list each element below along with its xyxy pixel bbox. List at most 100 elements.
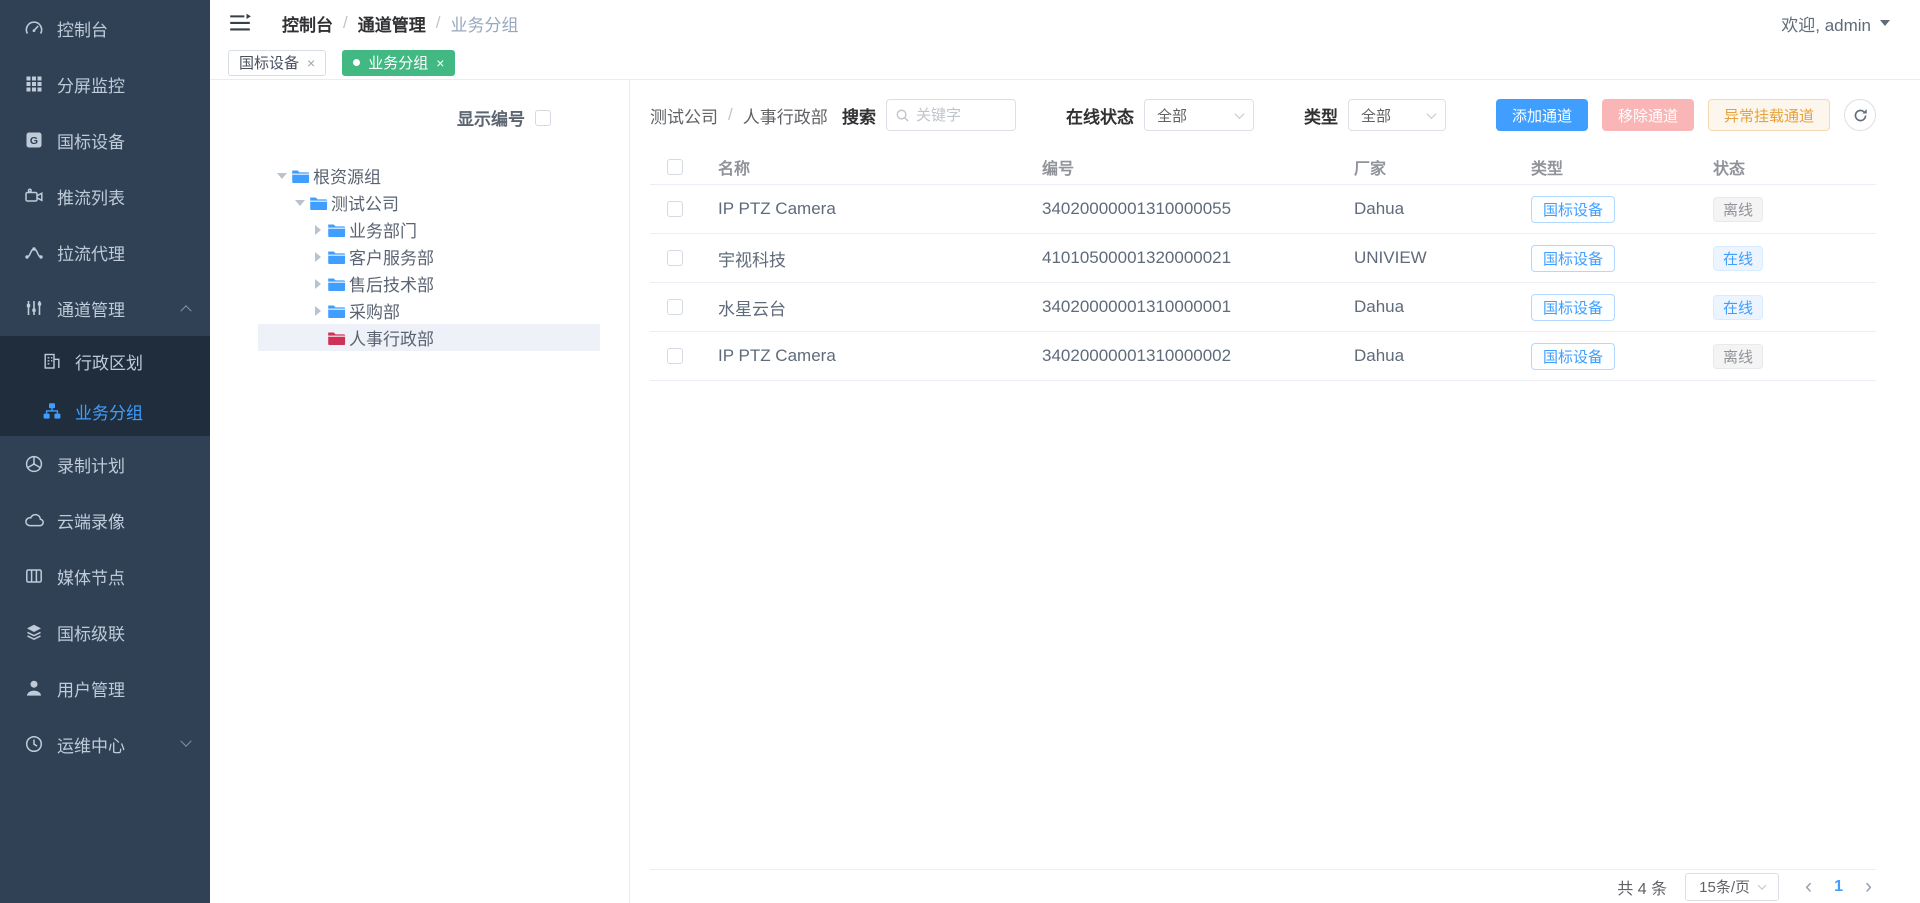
topbar: 控制台 / 通道管理 / 业务分组 欢迎, admin [210, 0, 1920, 46]
caret-right-icon[interactable] [315, 225, 321, 235]
row-checkbox[interactable] [667, 250, 683, 266]
breadcrumb-item[interactable]: 控制台 [282, 11, 333, 36]
table-body: IP PTZ Camera34020000001310000055Dahua国标… [650, 185, 1876, 381]
status-badge: 在线 [1713, 246, 1763, 271]
sidebar-item-gb-devices[interactable]: G国标设备 [0, 112, 210, 168]
row-checkbox[interactable] [667, 201, 683, 217]
table-row[interactable]: IP PTZ Camera34020000001310000055Dahua国标… [650, 185, 1876, 234]
row-checkbox[interactable] [667, 299, 683, 315]
group-path-separator: / [728, 105, 733, 125]
sidebar-item-media-node[interactable]: 媒体节点 [0, 548, 210, 604]
page-size-value: 15条/页 [1699, 876, 1750, 897]
user-icon [24, 678, 44, 698]
tree-node[interactable]: 人事行政部 [258, 324, 600, 351]
column-header-type: 类型 [1513, 155, 1695, 179]
sidebar-item-gb-cascade[interactable]: 国标级联 [0, 604, 210, 660]
sidebar-item-pull-proxy[interactable]: 拉流代理 [0, 224, 210, 280]
breadcrumb-separator: / [343, 13, 348, 33]
user-menu[interactable]: 欢迎, admin [1781, 11, 1890, 36]
sidebar-item-push-list[interactable]: 推流列表 [0, 168, 210, 224]
building-icon [42, 351, 62, 371]
tree-node-label: 根资源组 [313, 163, 381, 188]
caret-right-icon[interactable] [315, 252, 321, 262]
refresh-button[interactable] [1844, 99, 1876, 131]
chevron-down-icon [1235, 109, 1245, 119]
tree-node[interactable]: 根资源组 [258, 162, 600, 189]
table-row[interactable]: 水星云台34020000001310000001Dahua国标设备在线 [650, 283, 1876, 332]
pagination: 共 4 条 15条/页 ‹ 1 › [650, 869, 1876, 903]
tree-node-label: 售后技术部 [349, 271, 434, 296]
page-size-select[interactable]: 15条/页 [1685, 873, 1779, 901]
tree-node[interactable]: 售后技术部 [258, 270, 600, 297]
refresh-icon [1853, 108, 1868, 123]
sidebar-item-label: 用户管理 [57, 676, 125, 701]
collapse-sidebar-icon[interactable] [228, 13, 252, 33]
sidebar-item-biz-group[interactable]: 业务分组 [0, 386, 210, 436]
media-node-icon [24, 566, 44, 586]
sidebar-item-user-mgmt[interactable]: 用户管理 [0, 660, 210, 716]
layers-icon [24, 622, 44, 642]
tree-node[interactable]: 测试公司 [258, 189, 600, 216]
status-badge: 在线 [1713, 295, 1763, 320]
type-select[interactable]: 全部 [1348, 99, 1446, 131]
table-row[interactable]: IP PTZ Camera34020000001310000002Dahua国标… [650, 332, 1876, 381]
folder-icon [326, 222, 349, 238]
channel-name: IP PTZ Camera [700, 199, 1024, 219]
chevron-down-icon [1427, 109, 1437, 119]
breadcrumb-item-current: 业务分组 [450, 11, 518, 36]
tree-node[interactable]: 客户服务部 [258, 243, 600, 270]
channel-panel: 测试公司 / 人事行政部 搜索 在线状态 全部 [630, 80, 1920, 903]
sidebar-item-label: 行政区划 [75, 349, 143, 374]
channel-name: 宇视科技 [700, 246, 1024, 271]
sidebar-item-district[interactable]: 行政区划 [0, 336, 210, 386]
select-all-checkbox[interactable] [667, 159, 683, 175]
sidebar-item-channel-mgmt[interactable]: 通道管理 [0, 280, 210, 336]
tab-inactive[interactable]: 国标设备× [228, 50, 326, 76]
breadcrumb-item[interactable]: 通道管理 [358, 11, 426, 36]
gb-device-icon: G [24, 130, 44, 150]
current-page[interactable]: 1 [1834, 878, 1843, 896]
tree-node[interactable]: 采购部 [258, 297, 600, 324]
row-checkbox[interactable] [667, 348, 683, 364]
channel-vendor: Dahua [1336, 199, 1513, 219]
sidebar-item-split-screen[interactable]: 分屏监控 [0, 56, 210, 112]
tree-node[interactable]: 业务部门 [258, 216, 600, 243]
column-header-name: 名称 [700, 155, 1024, 179]
table-row[interactable]: 宇视科技41010500001320000021UNIVIEW国标设备在线 [650, 234, 1876, 283]
show-number-checkbox[interactable] [535, 110, 551, 126]
group-path-item[interactable]: 测试公司 [650, 103, 718, 128]
close-icon[interactable]: × [436, 56, 444, 70]
column-header-vendor: 厂家 [1336, 155, 1513, 179]
sidebar-item-ops-center[interactable]: 运维中心 [0, 716, 210, 772]
online-status-label: 在线状态 [1066, 103, 1134, 128]
sidebar-item-label: 国标级联 [57, 620, 125, 645]
folder-icon [326, 330, 349, 346]
next-page-button[interactable]: › [1861, 876, 1876, 897]
type-tag: 国标设备 [1531, 294, 1615, 321]
online-status-select[interactable]: 全部 [1144, 99, 1254, 131]
sidebar-item-label: 拉流代理 [57, 240, 125, 265]
search-input[interactable] [916, 107, 1007, 124]
show-number-row: 显示编号 [210, 105, 629, 130]
sidebar-item-record-plan[interactable]: 录制计划 [0, 436, 210, 492]
sidebar-item-cloud-record[interactable]: 云端录像 [0, 492, 210, 548]
column-header-status: 状态 [1695, 155, 1876, 179]
column-header-code: 编号 [1024, 155, 1336, 179]
abnormal-mount-button[interactable]: 异常挂载通道 [1708, 99, 1830, 131]
tab-active[interactable]: 业务分组× [342, 50, 455, 76]
search-icon [895, 108, 916, 123]
sidebar: 控制台分屏监控G国标设备推流列表拉流代理通道管理行政区划业务分组录制计划云端录像… [0, 0, 210, 903]
grid-icon [24, 74, 44, 94]
channel-vendor: UNIVIEW [1336, 248, 1513, 268]
welcome-text: 欢迎, admin [1781, 11, 1871, 36]
prev-page-button[interactable]: ‹ [1801, 876, 1816, 897]
add-channel-button[interactable]: 添加通道 [1496, 99, 1588, 131]
remove-channel-button[interactable]: 移除通道 [1602, 99, 1694, 131]
sidebar-item-console[interactable]: 控制台 [0, 0, 210, 56]
caret-down-icon[interactable] [295, 200, 305, 206]
caret-down-icon[interactable] [277, 173, 287, 179]
caret-right-icon[interactable] [315, 279, 321, 289]
close-icon[interactable]: × [307, 56, 315, 70]
caret-right-icon[interactable] [315, 306, 321, 316]
channel-vendor: Dahua [1336, 297, 1513, 317]
